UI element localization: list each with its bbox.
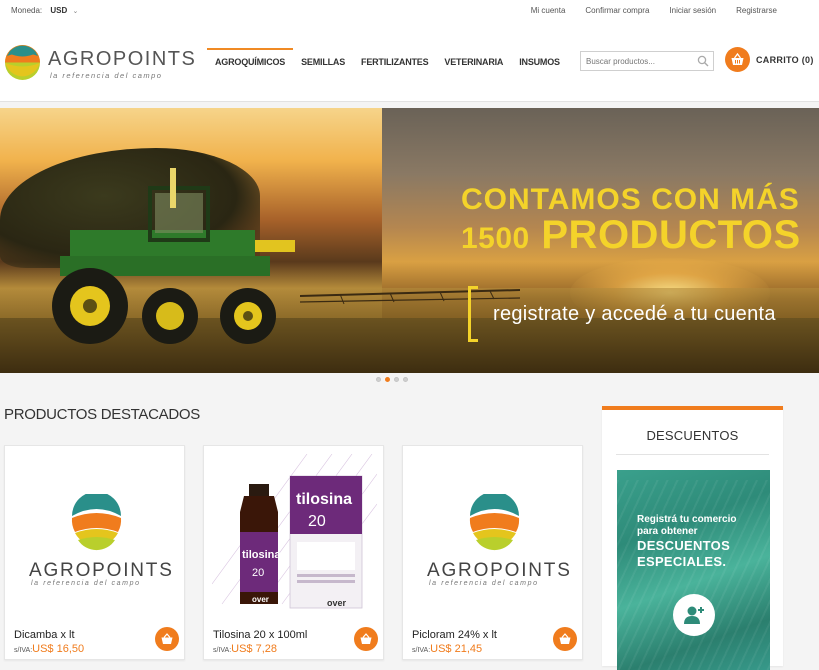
add-to-cart-button[interactable] [354,627,378,651]
product-strength-text: 20 [308,513,326,530]
bottle-brand-text: tilosina [242,549,281,561]
product-image[interactable]: AGROPOINTS la referencia del campo [13,454,178,614]
price-prefix: s/IVA: [14,647,33,654]
promo-texture [617,480,770,670]
product-card[interactable]: AGROPOINTS la referencia del campo Piclo… [402,445,583,660]
hero-banner[interactable]: CONTAMOS CON MÁS 1500 PRODUCTOS registra… [0,108,819,373]
product-brand-text: tilosina [296,491,352,508]
currency-label: Moneda: [11,6,43,15]
main-nav: AGROQUÍMICOS SEMILLAS FERTILIZANTES VETE… [207,48,568,78]
login-link[interactable]: Iniciar sesión [669,6,716,15]
product-price: s/IVA:US$ 21,45 [412,643,482,655]
product-maker-text: over [327,598,347,608]
logo-name: AGROPOINTS [427,560,572,581]
slider-dot[interactable] [376,377,381,382]
logo-tagline: la referencia del campo [50,71,163,80]
hero-headline: CONTAMOS CON MÁS [461,183,800,216]
nav-item-veterinaria[interactable]: VETERINARIA [436,48,511,78]
logo-tagline: la referencia del campo [31,580,141,587]
price-amount: US$ 21,45 [430,643,483,655]
promo-line-3: DESCUENTOS [637,538,731,553]
add-user-button[interactable] [673,594,715,636]
promo-line-1: Registrá tu comercio [637,514,737,525]
discount-promo-banner[interactable]: Registrá tu comercio para obtener DESCUE… [617,470,770,670]
section-title: PRODUCTOS DESTACADOS [4,406,200,423]
promo-line-4: ESPECIALES. [637,554,727,569]
logo-mark-icon [5,45,40,80]
top-bar: Moneda: USD ⌄ Mi cuenta Confirmar compra… [0,0,819,20]
site-header: AGROPOINTS la referencia del campo AGROQ… [0,20,819,102]
nav-item-semillas[interactable]: SEMILLAS [293,48,353,78]
product-name[interactable]: Dicamba x lt [14,629,75,641]
discounts-title: DESCUENTOS [646,428,739,443]
logo-tagline: la referencia del campo [429,580,539,587]
sprayer-boom [300,289,520,305]
nav-item-agroquimicos[interactable]: AGROQUÍMICOS [207,48,294,78]
slider-dot[interactable] [394,377,399,382]
nav-item-insumos[interactable]: INSUMOS [511,48,568,78]
hero-products-word: PRODUCTOS [541,213,801,257]
add-to-cart-button[interactable] [155,627,179,651]
currency-value[interactable]: USD [50,6,67,15]
hero-subline: registrate y accedé a tu cuenta [493,303,776,325]
cart-label[interactable]: CARRITO (0) [756,55,814,65]
logo-name: AGROPOINTS [48,48,197,70]
hero-bracket [468,286,478,342]
account-links: Mi cuenta Confirmar compra Iniciar sesió… [531,6,777,15]
checkout-link[interactable]: Confirmar compra [585,6,649,15]
logo-mark-icon [469,494,520,551]
add-user-icon [684,606,704,624]
price-amount: US$ 7,28 [231,643,278,655]
promo-text-large: DESCUENTOS ESPECIALES. [637,538,730,570]
search-input[interactable] [581,52,693,70]
slider-dot[interactable] [403,377,408,382]
search-box [580,51,714,71]
product-price: s/IVA:US$ 16,50 [14,643,84,655]
product-photo: tilosina 20 over tilosina 20 over [211,453,378,614]
product-name[interactable]: Tilosina 20 x 100ml [213,629,307,641]
hero-headline-2: 1500 PRODUCTOS [461,213,801,258]
currency-selector[interactable]: Moneda: USD ⌄ [11,6,78,15]
add-to-cart-button[interactable] [553,627,577,651]
discounts-panel: DESCUENTOS Registrá tu comercio para obt… [602,406,783,670]
cart-button[interactable] [725,47,750,72]
tractor-icon [52,168,295,344]
bottle-maker-text: over [252,595,269,604]
basket-icon [360,633,372,644]
basket-icon [731,52,744,65]
slider-dots [376,377,408,382]
basket-icon [161,633,173,644]
price-amount: US$ 16,50 [32,643,85,655]
nav-item-fertilizantes[interactable]: FERTILIZANTES [353,48,436,78]
product-card[interactable]: AGROPOINTS la referencia del campo Dicam… [4,445,185,660]
price-prefix: s/IVA: [412,647,431,654]
hero-number: 1500 [461,222,530,255]
price-prefix: s/IVA: [213,647,232,654]
product-card[interactable]: tilosina 20 over tilosina 20 over Tilosi… [203,445,384,660]
register-link[interactable]: Registrarse [736,6,777,15]
slider-dot-active[interactable] [385,377,390,382]
product-image[interactable]: tilosina 20 over tilosina 20 over [211,453,378,614]
basket-icon [559,633,571,644]
divider [616,454,769,455]
bottle-strength-text: 20 [252,567,264,579]
product-image[interactable]: AGROPOINTS la referencia del campo [411,454,576,614]
site-logo[interactable]: AGROPOINTS la referencia del campo [4,44,195,82]
promo-text-small: Registrá tu comercio para obtener [637,514,736,538]
search-icon[interactable] [697,55,709,67]
product-name[interactable]: Picloram 24% x lt [412,629,497,641]
my-account-link[interactable]: Mi cuenta [531,6,566,15]
product-price: s/IVA:US$ 7,28 [213,643,277,655]
promo-line-2: para obtener [637,526,698,537]
logo-mark-icon [71,494,122,551]
logo-name: AGROPOINTS [29,560,174,581]
chevron-down-icon[interactable]: ⌄ [73,8,79,15]
